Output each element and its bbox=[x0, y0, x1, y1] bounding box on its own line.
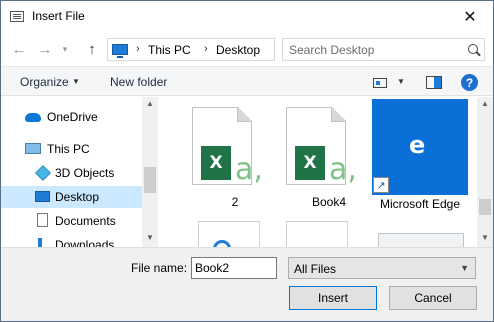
scroll-up-icon[interactable]: ▲ bbox=[481, 99, 489, 108]
3d-objects-icon bbox=[35, 165, 51, 181]
scroll-down-icon[interactable]: ▼ bbox=[146, 233, 154, 242]
sidebar-item-label: 3D Objects bbox=[55, 166, 115, 180]
partial-file-icon[interactable] bbox=[198, 221, 260, 247]
search-icon[interactable] bbox=[468, 44, 478, 54]
breadcrumb-separator-icon[interactable]: › bbox=[204, 43, 208, 55]
forward-arrow-icon[interactable]: → bbox=[34, 38, 56, 60]
desktop-icon bbox=[35, 191, 50, 202]
excel-letter: a, bbox=[235, 152, 263, 187]
chevron-down-icon: ▼ bbox=[460, 263, 469, 273]
insert-file-dialog: Insert File ✕ ← → ▾ ↑ › This PC › Deskto… bbox=[0, 0, 494, 322]
breadcrumb-this-pc[interactable]: This PC bbox=[148, 43, 191, 57]
recent-locations-chevron-icon[interactable]: ▾ bbox=[58, 38, 72, 60]
back-arrow-icon[interactable]: ← bbox=[8, 38, 30, 60]
file-name-label: File name: bbox=[131, 261, 188, 275]
file-item[interactable]: X a, Book4 bbox=[272, 97, 366, 217]
partial-file-icon[interactable] bbox=[378, 233, 464, 247]
shortcut-arrow-icon: ↗ bbox=[373, 177, 389, 193]
file-list: X a, 2 X a, Book4 e ↗ Microsoft Edge bbox=[158, 97, 477, 247]
excel-badge: X bbox=[201, 146, 231, 180]
organize-button[interactable]: Organize bbox=[20, 75, 69, 89]
cancel-button[interactable]: Cancel bbox=[389, 286, 477, 310]
address-bar[interactable]: › This PC › Desktop ↻ bbox=[107, 38, 370, 61]
onedrive-icon bbox=[25, 113, 41, 122]
sidebar-item-label: OneDrive bbox=[47, 110, 98, 124]
navigation-pane-scrollbar[interactable]: ▲ ▼ bbox=[142, 97, 158, 247]
excel-letter: a, bbox=[329, 152, 357, 187]
sidebar-item-label: Documents bbox=[55, 214, 116, 228]
sidebar-item-label: Desktop bbox=[55, 190, 100, 204]
this-pc-icon bbox=[112, 44, 128, 58]
search-input[interactable]: Search Desktop bbox=[289, 43, 374, 57]
search-box[interactable]: Search Desktop bbox=[282, 38, 485, 61]
file-name-field[interactable]: Book2 bbox=[191, 257, 277, 279]
command-toolbar: Organize ▼ New folder ▼ ? bbox=[1, 66, 493, 96]
title-bar: Insert File ✕ bbox=[1, 1, 493, 32]
file-name: 2 bbox=[231, 195, 239, 209]
sidebar-item-this-pc[interactable]: This PC bbox=[1, 138, 142, 160]
breadcrumb-separator-icon[interactable]: › bbox=[136, 43, 140, 55]
edge-icon: e bbox=[409, 131, 426, 159]
close-button[interactable]: ✕ bbox=[447, 1, 493, 32]
file-name: Microsoft Edge bbox=[379, 197, 461, 211]
file-item[interactable]: X a, 2 bbox=[182, 97, 276, 217]
sidebar-item-label: Downloads bbox=[55, 238, 115, 247]
preview-pane-icon[interactable] bbox=[426, 76, 442, 89]
new-folder-button[interactable]: New folder bbox=[110, 75, 167, 89]
navigation-pane: OneDrive This PC 3D Objects Desktop Docu… bbox=[1, 97, 158, 247]
file-list-scrollbar[interactable]: ▲ ▼ bbox=[477, 97, 493, 247]
up-arrow-icon[interactable]: ↑ bbox=[81, 38, 103, 60]
change-view-icon[interactable] bbox=[373, 78, 387, 88]
computer-icon bbox=[25, 143, 41, 154]
sidebar-item-documents[interactable]: Documents bbox=[1, 210, 142, 232]
dialog-footer: File name: Book2 All Files ▼ Insert Canc… bbox=[1, 247, 493, 321]
scrollbar-thumb[interactable] bbox=[144, 167, 156, 193]
excel-badge: X bbox=[295, 146, 325, 180]
dialog-icon bbox=[10, 11, 24, 22]
sidebar-item-desktop[interactable]: Desktop bbox=[1, 186, 142, 208]
scroll-up-icon[interactable]: ▲ bbox=[146, 99, 154, 108]
dialog-title: Insert File bbox=[32, 9, 85, 23]
sidebar-item-onedrive[interactable]: OneDrive bbox=[1, 106, 142, 128]
chevron-down-icon[interactable]: ▼ bbox=[72, 77, 80, 86]
excel-file-icon: X a, bbox=[192, 107, 263, 187]
documents-icon bbox=[37, 213, 48, 227]
downloads-icon bbox=[38, 238, 42, 247]
file-type-select[interactable]: All Files ▼ bbox=[288, 257, 476, 279]
excel-file-icon: X a, bbox=[286, 107, 357, 187]
insert-button[interactable]: Insert bbox=[289, 286, 377, 310]
navigation-bar: ← → ▾ ↑ › This PC › Desktop ↻ Search Des… bbox=[1, 32, 493, 66]
partial-file-icon[interactable] bbox=[286, 221, 348, 247]
sidebar-item-label: This PC bbox=[47, 142, 90, 156]
file-name: Book4 bbox=[311, 195, 347, 209]
sidebar-item-downloads[interactable]: Downloads bbox=[1, 234, 142, 247]
help-icon[interactable]: ? bbox=[461, 74, 478, 91]
chevron-down-icon[interactable]: ▼ bbox=[397, 77, 405, 86]
sidebar-item-3d-objects[interactable]: 3D Objects bbox=[1, 162, 142, 184]
scroll-down-icon[interactable]: ▼ bbox=[481, 233, 489, 242]
breadcrumb-desktop[interactable]: Desktop bbox=[216, 43, 260, 57]
scrollbar-thumb[interactable] bbox=[479, 199, 491, 215]
file-type-value: All Files bbox=[294, 262, 337, 276]
microsoft-edge-shortcut[interactable]: e ↗ bbox=[372, 99, 468, 195]
